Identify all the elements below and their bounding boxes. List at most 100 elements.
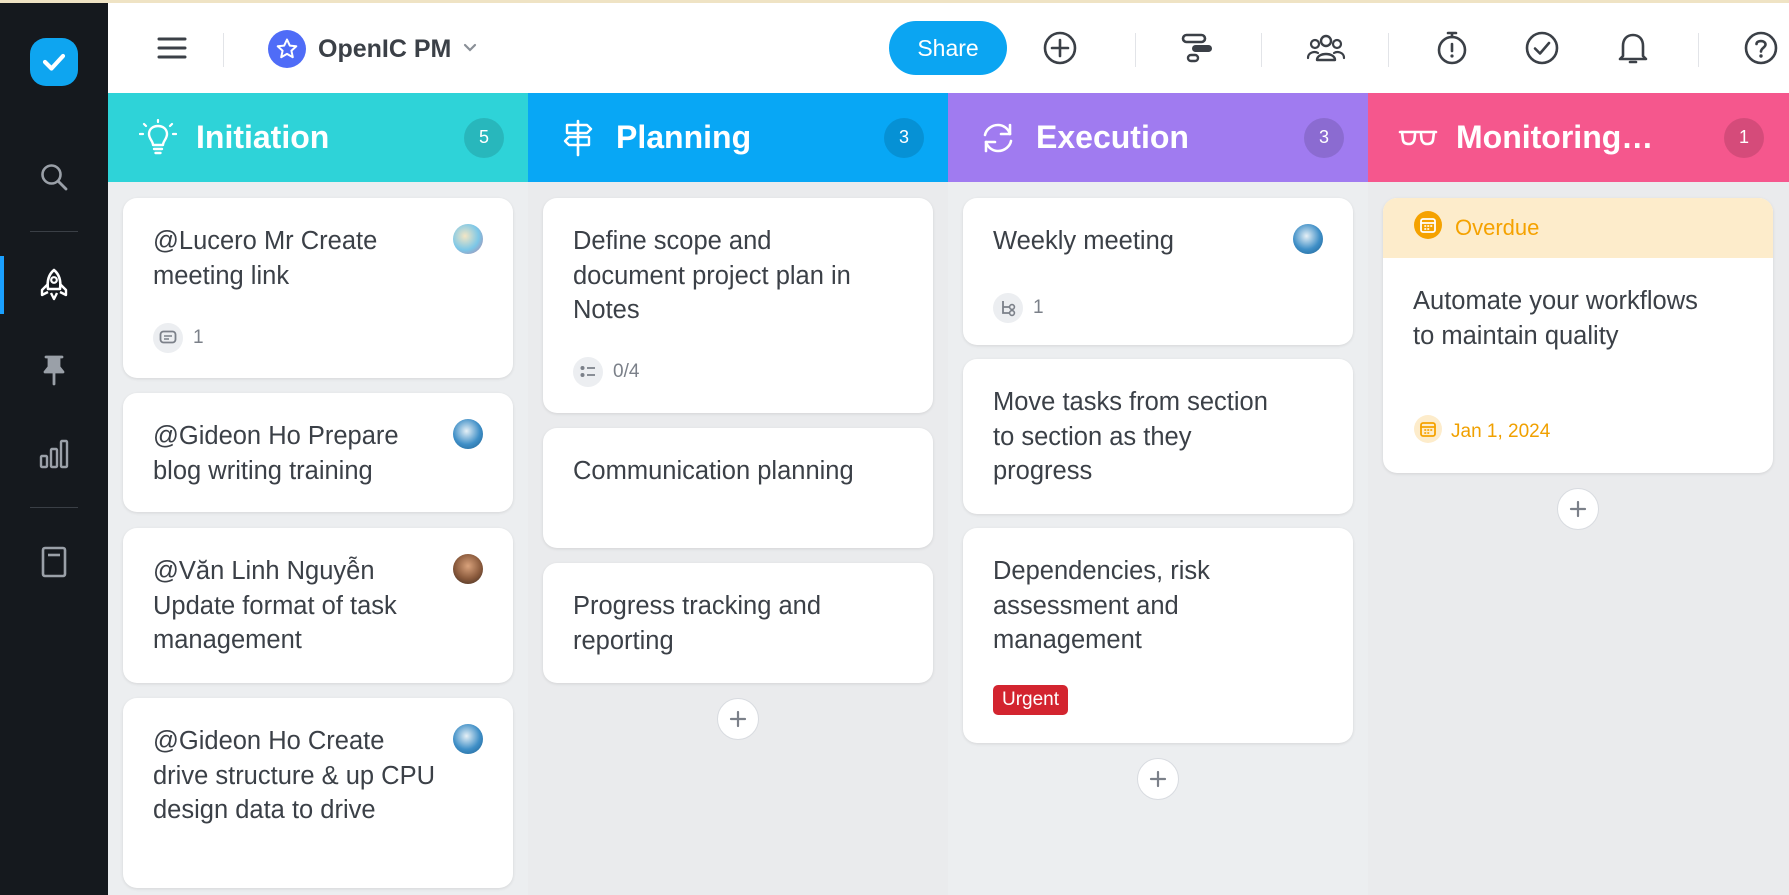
- task-title: @Văn Linh Nguyễn Update format of task m…: [153, 557, 397, 654]
- overdue-banner: Overdue: [1383, 198, 1773, 258]
- menu-icon[interactable]: [152, 28, 192, 68]
- column-header[interactable]: Initiation 5: [108, 93, 528, 182]
- column-body: Weekly meeting 1 Move tasks from section…: [948, 182, 1368, 895]
- window-top-border: [0, 0, 1789, 3]
- avatar[interactable]: [453, 224, 483, 254]
- column-title: Execution: [1036, 119, 1189, 155]
- toolbar-divider: [1698, 33, 1699, 67]
- column-body: Define scope and document project plan i…: [528, 182, 948, 895]
- left-rail: [0, 0, 108, 895]
- task-card[interactable]: Communication planning: [543, 428, 933, 548]
- toolbar-divider: [1261, 33, 1262, 67]
- help-icon[interactable]: [1741, 28, 1781, 68]
- toolbar-divider: [1135, 33, 1136, 67]
- overdue-label: Overdue: [1455, 215, 1540, 240]
- avatar[interactable]: [453, 554, 483, 584]
- lightbulb-icon: [138, 118, 178, 158]
- task-title: Progress tracking and reporting: [573, 592, 822, 655]
- task-card[interactable]: Overdue Automate your workflows to maint…: [1383, 198, 1773, 473]
- share-button[interactable]: Share: [889, 21, 1007, 75]
- column-header[interactable]: Execution 3: [948, 93, 1368, 182]
- notebook-icon[interactable]: [34, 542, 74, 582]
- top-bar: OpenIC PM Share: [108, 3, 1789, 93]
- task-card[interactable]: Move tasks from section to section as th…: [963, 359, 1353, 514]
- check-circle-icon[interactable]: [1522, 28, 1562, 68]
- signpost-icon: [558, 118, 598, 158]
- task-card[interactable]: Weekly meeting 1: [963, 198, 1353, 345]
- column-planning: Planning 3 Define scope and document pro…: [528, 93, 948, 895]
- column-title: Initiation: [196, 119, 330, 155]
- comment-icon: [153, 323, 183, 353]
- column-monitoring: Monitoring… 1 Overdue Automate your work…: [1368, 93, 1789, 895]
- subtask-icon: [993, 293, 1023, 323]
- urgent-tag[interactable]: Urgent: [993, 685, 1069, 715]
- avatar[interactable]: [453, 419, 483, 449]
- project-selector[interactable]: OpenIC PM: [268, 29, 477, 69]
- rail-divider: [30, 231, 78, 232]
- calendar-icon: [1413, 414, 1443, 450]
- column-header[interactable]: Monitoring… 1: [1368, 93, 1789, 182]
- subtask-count-value: 1: [1033, 297, 1044, 318]
- avatar[interactable]: [1293, 224, 1323, 254]
- checklist-icon: [573, 357, 603, 387]
- subtask-count: 1: [993, 293, 1044, 323]
- task-count-badge: 3: [884, 117, 924, 158]
- timer-icon[interactable]: [1432, 28, 1472, 68]
- task-card[interactable]: @Văn Linh Nguyễn Update format of task m…: [123, 528, 513, 683]
- comment-count-value: 1: [193, 327, 204, 348]
- bar-chart-icon[interactable]: [34, 434, 74, 474]
- checkmark-logo-icon[interactable]: [30, 38, 78, 86]
- task-title: Dependencies, risk assessment and manage…: [993, 557, 1210, 654]
- bell-icon[interactable]: [1613, 28, 1653, 68]
- rail-divider: [30, 507, 78, 508]
- task-count-badge: 5: [464, 117, 504, 158]
- task-title: Move tasks from section to section as th…: [993, 388, 1268, 485]
- due-date[interactable]: Jan 1, 2024: [1413, 414, 1550, 450]
- toolbar-divider: [1388, 33, 1389, 67]
- glasses-icon: [1398, 118, 1438, 158]
- column-body: Overdue Automate your workflows to maint…: [1368, 182, 1789, 895]
- calendar-icon: [1413, 210, 1443, 246]
- task-card[interactable]: Progress tracking and reporting: [543, 563, 933, 683]
- team-icon[interactable]: [1304, 28, 1348, 68]
- rocket-icon[interactable]: [34, 265, 74, 305]
- timeline-icon[interactable]: [1178, 28, 1218, 68]
- add-task-button[interactable]: [1137, 758, 1179, 800]
- column-initiation: Initiation 5 @Lucero Mr Create meeting l…: [108, 93, 528, 895]
- star-icon: [268, 30, 306, 68]
- task-count-badge: 1: [1724, 117, 1764, 158]
- chevron-down-icon: [463, 40, 477, 58]
- task-title: Weekly meeting: [993, 227, 1174, 255]
- project-name: OpenIC PM: [318, 34, 452, 63]
- due-date-value: Jan 1, 2024: [1451, 421, 1551, 442]
- task-title: Automate your workflows to maintain qual…: [1413, 287, 1698, 350]
- task-card[interactable]: Dependencies, risk assessment and manage…: [963, 528, 1353, 743]
- search-icon[interactable]: [34, 157, 74, 197]
- column-body: @Lucero Mr Create meeting link 1 @Gideon…: [108, 182, 528, 895]
- comment-count: 1: [153, 323, 204, 353]
- add-task-button[interactable]: [1557, 488, 1599, 530]
- task-title: @Gideon Ho Prepare blog writing training: [153, 422, 399, 485]
- task-count-badge: 3: [1304, 117, 1344, 158]
- task-card[interactable]: Define scope and document project plan i…: [543, 198, 933, 413]
- task-title: Define scope and document project plan i…: [573, 227, 851, 324]
- rail-active-indicator: [0, 256, 4, 314]
- checklist-progress-value: 0/4: [613, 361, 640, 382]
- column-title: Monitoring…: [1456, 119, 1654, 155]
- task-title: @Lucero Mr Create meeting link: [153, 227, 378, 290]
- checklist-progress: 0/4: [573, 357, 639, 387]
- add-icon[interactable]: [1040, 28, 1080, 68]
- task-title: Communication planning: [573, 457, 854, 485]
- task-card[interactable]: @Lucero Mr Create meeting link 1: [123, 198, 513, 378]
- task-title: @Gideon Ho Create drive structure & up C…: [153, 727, 436, 824]
- pin-icon[interactable]: [34, 350, 74, 390]
- avatar[interactable]: [453, 724, 483, 754]
- task-card[interactable]: @Gideon Ho Create drive structure & up C…: [123, 698, 513, 888]
- task-card[interactable]: @Gideon Ho Prepare blog writing training: [123, 393, 513, 512]
- column-execution: Execution 3 Weekly meeting 1 Move tasks …: [948, 93, 1368, 895]
- column-header[interactable]: Planning 3: [528, 93, 948, 182]
- toolbar-divider: [223, 33, 224, 67]
- add-task-button[interactable]: [717, 698, 759, 740]
- refresh-icon: [978, 118, 1018, 158]
- column-title: Planning: [616, 119, 752, 155]
